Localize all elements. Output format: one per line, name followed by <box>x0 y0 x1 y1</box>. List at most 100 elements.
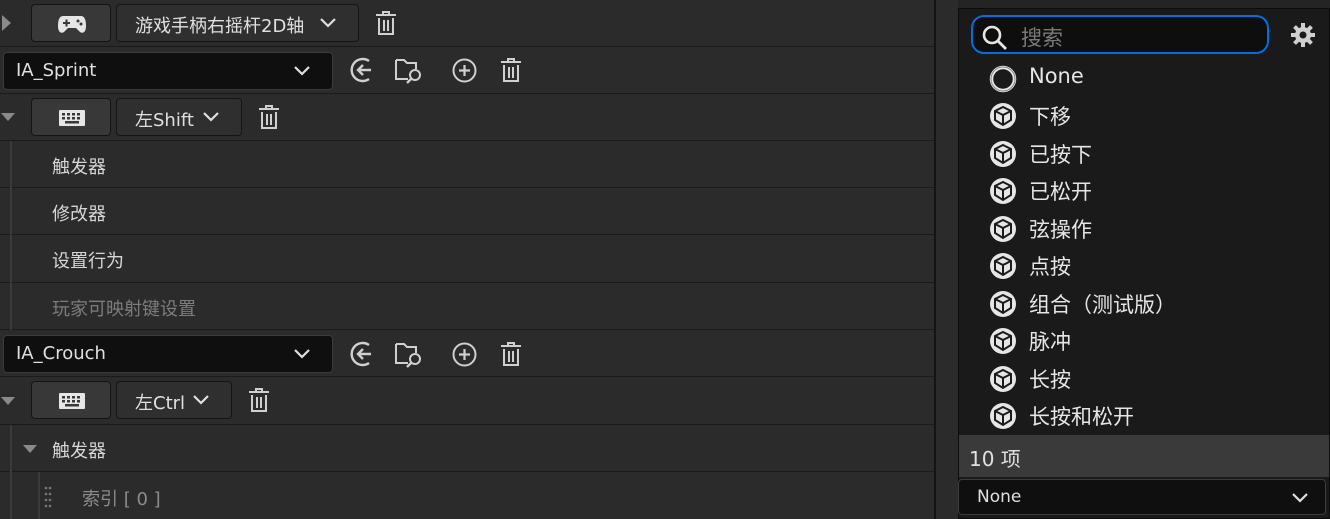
chevron-down-icon <box>320 18 336 28</box>
list-item-none[interactable]: None <box>961 59 1329 96</box>
keyboard-key-selector-button[interactable] <box>31 381 111 419</box>
indent-line <box>10 472 12 519</box>
none-circle-icon <box>989 65 1017 93</box>
item-count-bar: 10 项 <box>959 435 1329 477</box>
list-item-hold[interactable]: 长按 <box>961 359 1329 396</box>
cube-icon <box>990 141 1016 167</box>
chevron-down-icon <box>203 112 219 122</box>
trigger-class-combo[interactable]: None <box>958 479 1326 515</box>
gamepad-key-row: 游戏手柄右摇杆2D轴 <box>0 0 936 47</box>
gamepad-icon <box>58 16 86 33</box>
keyboard-icon <box>59 393 85 409</box>
gamepad-key-combo[interactable]: 游戏手柄右摇杆2D轴 <box>116 4 359 42</box>
settings-gear-icon[interactable] <box>1289 21 1317 49</box>
list-item-combo[interactable]: 组合（测试版） <box>961 284 1329 321</box>
list-item-released[interactable]: 已松开 <box>961 171 1329 208</box>
chevron-down-icon <box>294 66 310 76</box>
chevron-down-icon <box>294 349 310 359</box>
gamepad-key-selector-button[interactable] <box>31 4 111 42</box>
delete-icon[interactable] <box>374 10 398 36</box>
input-action-combo[interactable]: IA_Crouch <box>3 335 333 373</box>
delete-icon[interactable] <box>247 387 271 413</box>
delete-icon[interactable] <box>499 341 523 367</box>
trigger-class-dropdown: 搜索 None 下移 已按下 已松开 弦操作 点按 组合（测试版） 脉冲 长按 … <box>958 8 1330 519</box>
keyboard-key-selector-button[interactable] <box>31 98 111 136</box>
input-action-combo[interactable]: IA_Sprint <box>3 52 333 90</box>
use-selected-icon[interactable] <box>349 56 377 84</box>
action-row-sprint: IA_Sprint <box>0 47 936 94</box>
trigger-class-value: None <box>977 487 1022 507</box>
key-row-ctrl: 左Ctrl <box>0 377 936 425</box>
cube-icon <box>990 253 1016 279</box>
action-row-crouch: IA_Crouch <box>0 330 936 377</box>
chevron-down-icon <box>1292 493 1308 503</box>
list-item-label: 组合（测试版） <box>1029 293 1176 317</box>
modifiers-row[interactable]: 修改器 <box>0 188 936 235</box>
list-item-label: 弦操作 <box>1029 218 1092 242</box>
browse-folder-icon[interactable] <box>394 55 424 85</box>
indent-line <box>10 188 12 235</box>
list-item-pressed[interactable]: 已按下 <box>961 134 1329 171</box>
list-item-pulse[interactable]: 脉冲 <box>961 321 1329 358</box>
cube-icon <box>990 291 1016 317</box>
key-label: 左Ctrl <box>135 393 186 414</box>
input-action-value: IA_Crouch <box>16 343 106 364</box>
list-item-label: 已松开 <box>1029 180 1092 204</box>
add-icon[interactable] <box>451 57 478 84</box>
list-item-tap[interactable]: 点按 <box>961 246 1329 283</box>
behavior-row[interactable]: 设置行为 <box>0 235 936 283</box>
list-item-label: 长按 <box>1029 368 1071 392</box>
use-selected-icon[interactable] <box>349 340 377 368</box>
cube-icon <box>990 216 1016 242</box>
collapse-arrow-icon[interactable] <box>0 110 16 124</box>
search-icon <box>982 25 1007 50</box>
search-input[interactable]: 搜索 <box>971 15 1269 54</box>
cube-icon <box>990 328 1016 354</box>
add-icon[interactable] <box>451 341 478 368</box>
list-item-label: 点按 <box>1029 255 1071 279</box>
list-item-label: 长按和松开 <box>1029 405 1134 429</box>
list-item-label: 下移 <box>1029 105 1071 129</box>
indent-line <box>38 472 40 519</box>
delete-icon[interactable] <box>499 57 523 83</box>
browse-folder-icon[interactable] <box>394 339 424 369</box>
key-combo-shift[interactable]: 左Shift <box>116 98 242 136</box>
key-row-shift: 左Shift <box>0 94 936 141</box>
list-item-label: 脉冲 <box>1029 330 1071 354</box>
indent-line <box>10 425 12 472</box>
cube-icon <box>990 403 1016 429</box>
index-label: 索引 [ 0 ] <box>82 489 161 510</box>
player-mappable-row: 玩家可映射键设置 <box>0 283 936 330</box>
list-item-label: 已按下 <box>1029 143 1092 167</box>
delete-icon[interactable] <box>257 104 281 130</box>
triggers-row-expanded[interactable]: 触发器 <box>0 425 936 472</box>
list-item-label: None <box>1029 64 1084 88</box>
cube-icon <box>990 366 1016 392</box>
class-list: None 下移 已按下 已松开 弦操作 点按 组合（测试版） 脉冲 长按 长按和… <box>961 59 1329 435</box>
list-item-chorded[interactable]: 弦操作 <box>961 209 1329 246</box>
triggers-label: 触发器 <box>52 157 106 178</box>
list-item-hold-release[interactable]: 长按和松开 <box>961 396 1329 433</box>
collapse-arrow-icon[interactable] <box>0 394 16 408</box>
cube-icon <box>990 178 1016 204</box>
triggers-row[interactable]: 触发器 <box>0 141 936 188</box>
indent-line <box>10 283 12 330</box>
player-mappable-label: 玩家可映射键设置 <box>52 299 196 320</box>
indent-line <box>10 235 12 283</box>
gamepad-key-label: 游戏手柄右摇杆2D轴 <box>135 16 305 37</box>
expand-arrow-icon[interactable] <box>0 12 14 34</box>
drag-handle-icon[interactable] <box>44 485 52 509</box>
key-label: 左Shift <box>135 110 194 131</box>
list-item-down[interactable]: 下移 <box>961 96 1329 133</box>
behavior-label: 设置行为 <box>52 251 124 272</box>
keyboard-icon <box>59 110 85 126</box>
collapse-arrow-icon[interactable] <box>22 442 38 456</box>
indent-line <box>10 141 12 188</box>
chevron-down-icon <box>193 395 209 405</box>
input-action-value: IA_Sprint <box>16 60 97 81</box>
search-placeholder: 搜索 <box>1021 26 1063 50</box>
item-count-label: 10 项 <box>969 447 1021 471</box>
value-column <box>936 0 958 519</box>
triggers-label: 触发器 <box>52 441 106 462</box>
key-combo-ctrl[interactable]: 左Ctrl <box>116 381 232 419</box>
